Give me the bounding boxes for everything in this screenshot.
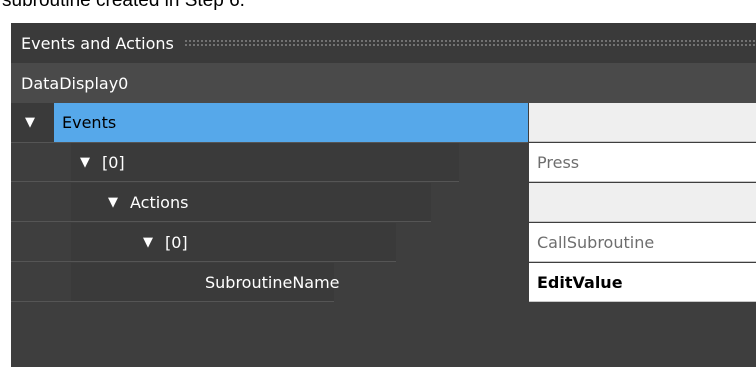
tree-row-event0[interactable]: ▼ [0] Press xyxy=(11,143,756,183)
panel-empty-area xyxy=(11,303,756,367)
tree-value-events[interactable] xyxy=(529,103,756,142)
tree-row-action0[interactable]: ▼ [0] CallSubroutine xyxy=(11,223,756,263)
object-name: DataDisplay0 xyxy=(21,73,129,93)
expand-triangle-icon[interactable]: ▼ xyxy=(25,115,35,130)
caption-text: subroutine created in Step 6. xyxy=(2,0,245,11)
tree-label-action0-text: [0] xyxy=(165,232,188,252)
drag-grip[interactable] xyxy=(183,39,756,47)
tree-label-subroutine-name: SubroutineName xyxy=(11,263,340,302)
panel-titlebar[interactable]: Events and Actions xyxy=(11,23,756,63)
expand-triangle-icon[interactable]: ▼ xyxy=(80,155,90,170)
tree-label-events-text: Events xyxy=(54,103,528,142)
events-actions-panel: Events and Actions DataDisplay0 ▼ Events… xyxy=(11,23,756,367)
panel-title: Events and Actions xyxy=(21,33,174,53)
tree-label-action0[interactable]: ▼ [0] xyxy=(11,223,396,262)
tree-value-event0[interactable]: Press xyxy=(529,143,756,182)
tree-label-subroutine-name-text: SubroutineName xyxy=(205,272,340,292)
object-name-header: DataDisplay0 xyxy=(11,63,756,103)
tree-label-event0-text: [0] xyxy=(102,152,125,172)
tree-row-subroutine-name[interactable]: SubroutineName EditValue xyxy=(11,263,756,303)
tree-label-actions-text: Actions xyxy=(130,192,189,212)
expand-triangle-icon[interactable]: ▼ xyxy=(108,195,118,210)
expand-triangle-icon[interactable]: ▼ xyxy=(143,235,153,250)
subroutine-name-field[interactable]: EditValue xyxy=(529,263,756,302)
tree-row-events[interactable]: ▼ Events xyxy=(11,103,756,143)
tree-label-event0[interactable]: ▼ [0] xyxy=(11,143,459,182)
tree-label-actions[interactable]: ▼ Actions xyxy=(11,183,431,222)
tree-value-actions[interactable] xyxy=(529,183,756,222)
tree-value-action0[interactable]: CallSubroutine xyxy=(529,223,756,262)
tree-label-events[interactable]: ▼ Events xyxy=(11,103,528,143)
tree-row-actions[interactable]: ▼ Actions xyxy=(11,183,756,223)
